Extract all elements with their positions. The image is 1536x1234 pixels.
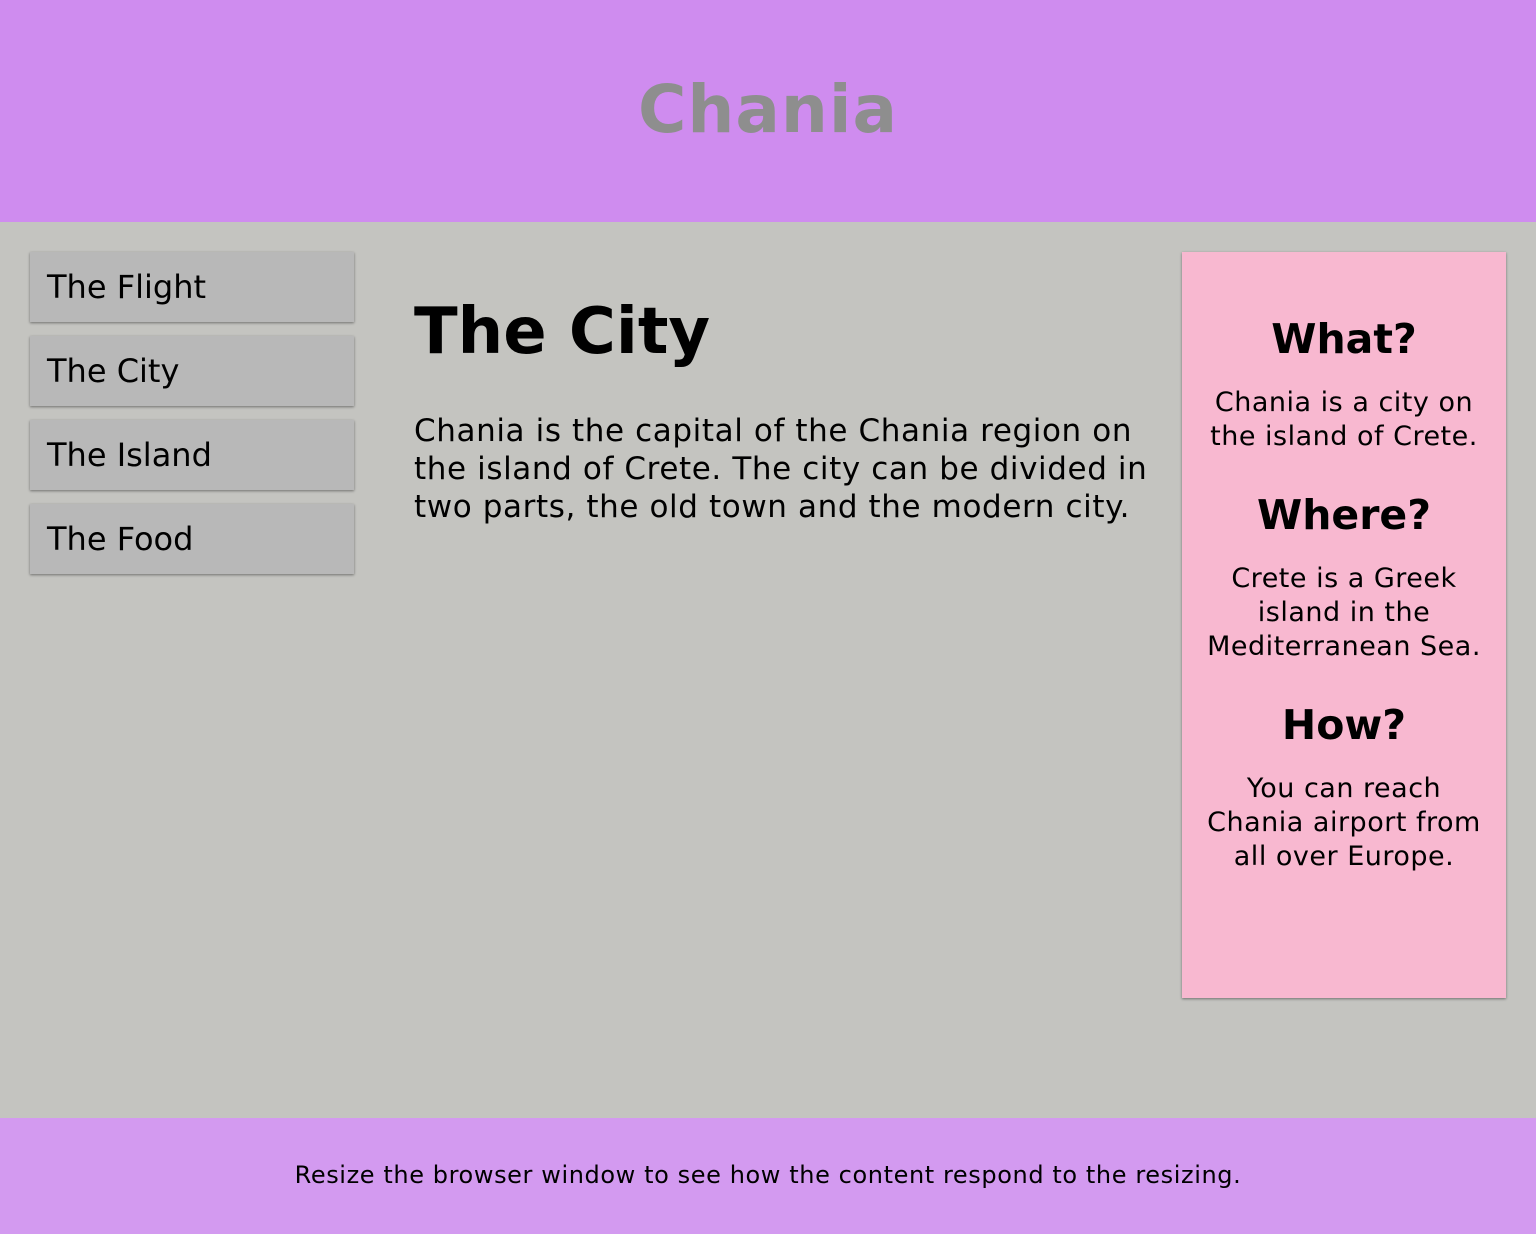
footer-text: Resize the browser window to see how the… (294, 1161, 1242, 1189)
main-content: The City Chania is the capital of the Ch… (414, 292, 1154, 526)
site-title: Chania (637, 71, 899, 148)
aside-heading-what: What? (1271, 315, 1417, 363)
aside-heading-how: How? (1281, 701, 1407, 749)
page-header: Chania (0, 0, 1536, 222)
aside-spacer (1198, 454, 1490, 490)
menu-item-the-flight[interactable]: The Flight (30, 252, 354, 322)
page-footer: Resize the browser window to see how the… (0, 1118, 1536, 1234)
aside-heading-where: Where? (1256, 491, 1432, 539)
aside-spacer (1198, 664, 1490, 700)
side-menu: The Flight The City The Island The Food (30, 252, 354, 588)
aside-text-how: You can reach Chania airport from all ov… (1207, 773, 1481, 872)
info-aside: What? Chania is a city on the island of … (1182, 252, 1506, 998)
menu-item-the-island[interactable]: The Island (30, 420, 354, 490)
aside-text-what: Chania is a city on the island of Crete. (1210, 387, 1478, 452)
menu-item-the-food[interactable]: The Food (30, 504, 354, 574)
menu-item-the-city[interactable]: The City (30, 336, 354, 406)
main-heading: The City (414, 295, 711, 369)
main-paragraph: Chania is the capital of the Chania regi… (414, 413, 1148, 525)
aside-text-where: Crete is a Greek island in the Mediterra… (1207, 563, 1481, 662)
